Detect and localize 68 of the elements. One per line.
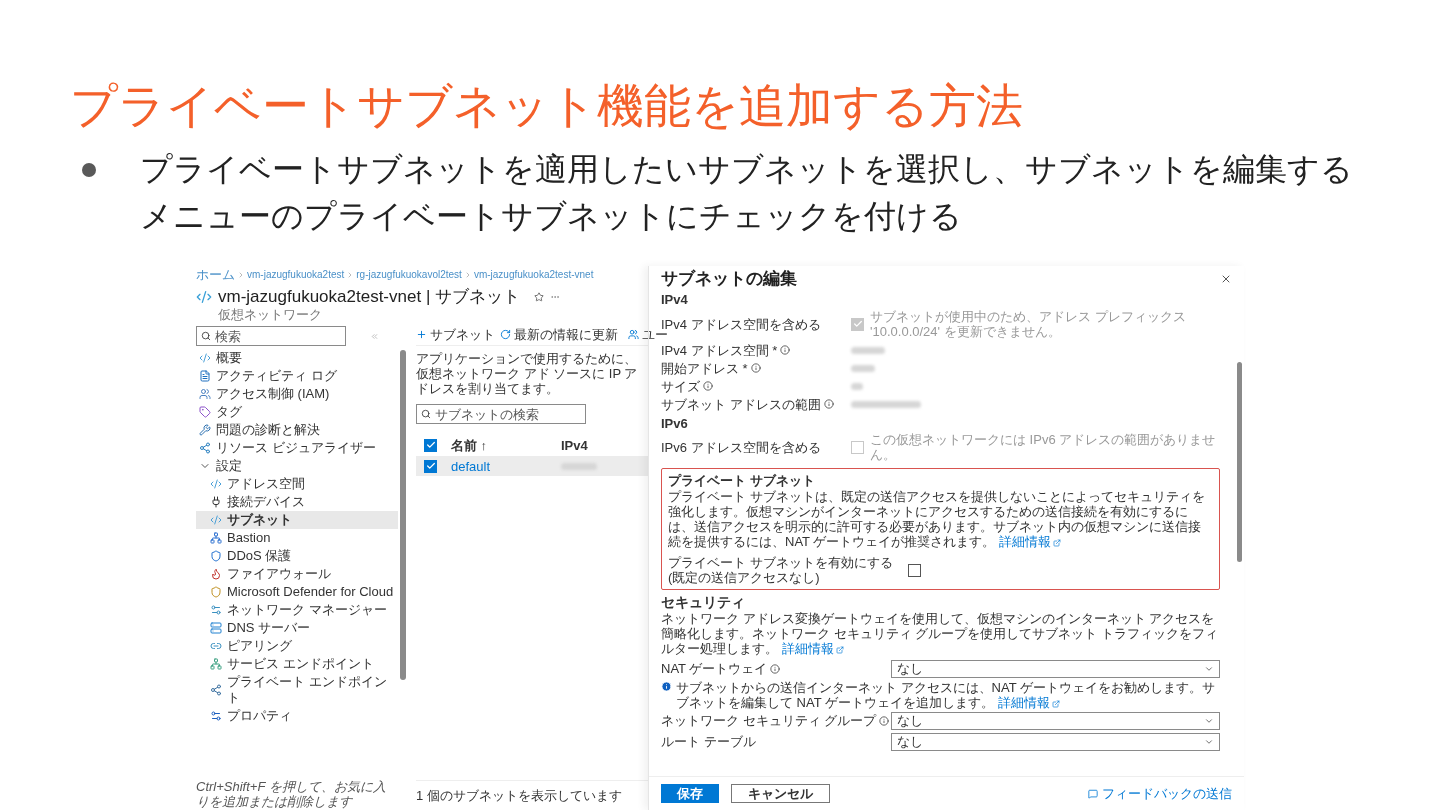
dropdown[interactable]: なし (891, 711, 1220, 730)
sidebar-item[interactable]: アクティビティ ログ (196, 367, 398, 385)
sidebar-item[interactable]: 設定 (196, 457, 398, 475)
breadcrumb-link[interactable]: ホーム (196, 268, 235, 282)
column-header[interactable]: 名前 ↑ (451, 437, 547, 453)
field-label: サブネット アドレスの範囲 (661, 396, 821, 412)
column-header[interactable]: IPv4 (561, 437, 588, 453)
field-label: プライベート サブネットを有効にする (既定の送信アクセスなし) (668, 555, 894, 585)
sidebar-item[interactable]: DNS サーバー (196, 619, 398, 637)
breadcrumb-link[interactable]: vm-jazugfukuoka2test (247, 268, 345, 282)
table-row[interactable]: default (416, 456, 648, 476)
field-label: ネットワーク セキュリティ グループ (661, 713, 877, 728)
toolbar-button[interactable]: 最新の情報に更新 (500, 327, 618, 342)
search-field[interactable]: 検索 (196, 326, 346, 346)
field-note: この仮想ネットワークには IPv6 アドレスの範囲がありません。 (870, 432, 1217, 462)
description: アプリケーションで使用するために、仮想ネットワーク アド ソースに IP アドレスを割り当てます。 (416, 351, 639, 396)
learn-more-link[interactable]: 詳細情報 (999, 534, 1062, 549)
row-count: 1 個のサブネットを表示しています (416, 788, 622, 803)
shortcut-hint: Ctrl+Shift+F を押して、お気に入りを追加または削除します (196, 779, 387, 810)
dropdown[interactable]: なし (891, 732, 1220, 751)
sidebar-item[interactable]: DDoS 保護 (196, 547, 398, 565)
resource-title: vm-jazugfukuoka2test-vnet | サブネット (218, 287, 520, 307)
section-heading: IPv6 (661, 416, 688, 431)
sidebar-item[interactable]: 概要 (196, 349, 398, 367)
bullet-text: プライベートサブネットを適用したいサブネットを選択し、サブネットを編集するメニューのプライベートサブネットにチェックを付ける (140, 150, 1354, 236)
field-label: IPv4 アドレス空間 * (661, 342, 778, 358)
sidebar-item[interactable]: ピアリング (196, 637, 398, 655)
field-label: IPv4 アドレス空間を含める (661, 316, 822, 332)
sidebar-item[interactable]: アクセス制御 (IAM) (196, 385, 398, 403)
field-label: IPv6 アドレス空間を含める (661, 439, 822, 455)
resource-subtitle: 仮想ネットワーク (218, 307, 322, 322)
field-label: ルート テーブル (661, 734, 756, 749)
breadcrumb-link[interactable]: rg-jazugfukuokavol2test (356, 268, 462, 282)
sidebar-item[interactable]: 問題の診断と解決 (196, 421, 398, 439)
subnet-link[interactable]: default (451, 458, 547, 474)
field-label: 開始アドレス * (661, 360, 748, 376)
feedback-link[interactable]: フィードバックの送信 (1088, 786, 1232, 801)
dropdown[interactable]: なし (891, 659, 1220, 678)
section-heading: IPv4 (661, 292, 688, 307)
sidebar-item[interactable]: ネットワーク マネージャー (196, 601, 398, 619)
sidebar-item[interactable]: サブネット (196, 511, 398, 529)
section-heading: セキュリティ (661, 595, 745, 610)
sidebar-item[interactable]: Microsoft Defender for Cloud (196, 583, 398, 601)
sidebar-item[interactable]: プライベート エンドポイント (196, 673, 398, 707)
notice-text: サブネットからの送信インターネット アクセスには、NAT ゲートウェイをお勧めします。サブネットを編集して NAT ゲートウェイを追加します。 詳細情報 (676, 680, 1217, 710)
field-label: サイズ (661, 378, 700, 394)
sidebar-item[interactable]: ファイアウォール (196, 565, 398, 583)
sidebar-item[interactable]: 接続デバイス (196, 493, 398, 511)
cancel-button[interactable]: キャンセル (731, 784, 830, 803)
sidebar-item[interactable]: タグ (196, 403, 398, 421)
sidebar-item[interactable]: プロパティ (196, 707, 398, 725)
slide-title: プライベートサブネット機能を追加する方法 (70, 80, 1023, 132)
section-description: ネットワーク アドレス変換ゲートウェイを使用して、仮想マシンのインターネット アクセスを簡略化します。ネットワーク セキュリティ グループを使用してサブネット トラフィックをフィルター処理します。 詳細情報 (661, 611, 1219, 656)
sidebar-item[interactable]: Bastion (196, 529, 398, 547)
panel-title: サブネットの編集 (661, 269, 797, 289)
toolbar-button[interactable]: サブネット (416, 327, 495, 342)
sidebar-item[interactable]: リソース ビジュアライザー (196, 439, 398, 457)
breadcrumb-link[interactable]: vm-jazugfukuoka2test-vnet (473, 268, 594, 282)
sidebar-item[interactable]: アドレス空間 (196, 475, 398, 493)
save-button[interactable]: 保存 (661, 784, 719, 803)
sidebar-item[interactable]: サービス エンドポイント (196, 655, 398, 673)
learn-more-link[interactable]: 詳細情報 (781, 641, 844, 656)
field-note: サブネットが使用中のため、アドレス プレフィックス '10.0.0.0/24' を更新できません。 (870, 309, 1187, 339)
learn-more-link[interactable]: 詳細情報 (997, 695, 1060, 710)
section-heading: プライベート サブネット (668, 473, 815, 488)
section-description: プライベート サブネットは、既定の送信アクセスを提供しないことによってセキュリティを強化します。仮想マシンがインターネットにアクセスするための送信接続を有効にするには、送信アクセスを明示的に許可する必要があります。サブネット内の仮想マシンに送信接続を提供するには、NAT ゲートウェイが推奨されます。 詳細情報 (668, 489, 1206, 549)
field-label: NAT ゲートウェイ (661, 661, 768, 676)
search-field[interactable]: サブネットの検索 (416, 404, 586, 424)
